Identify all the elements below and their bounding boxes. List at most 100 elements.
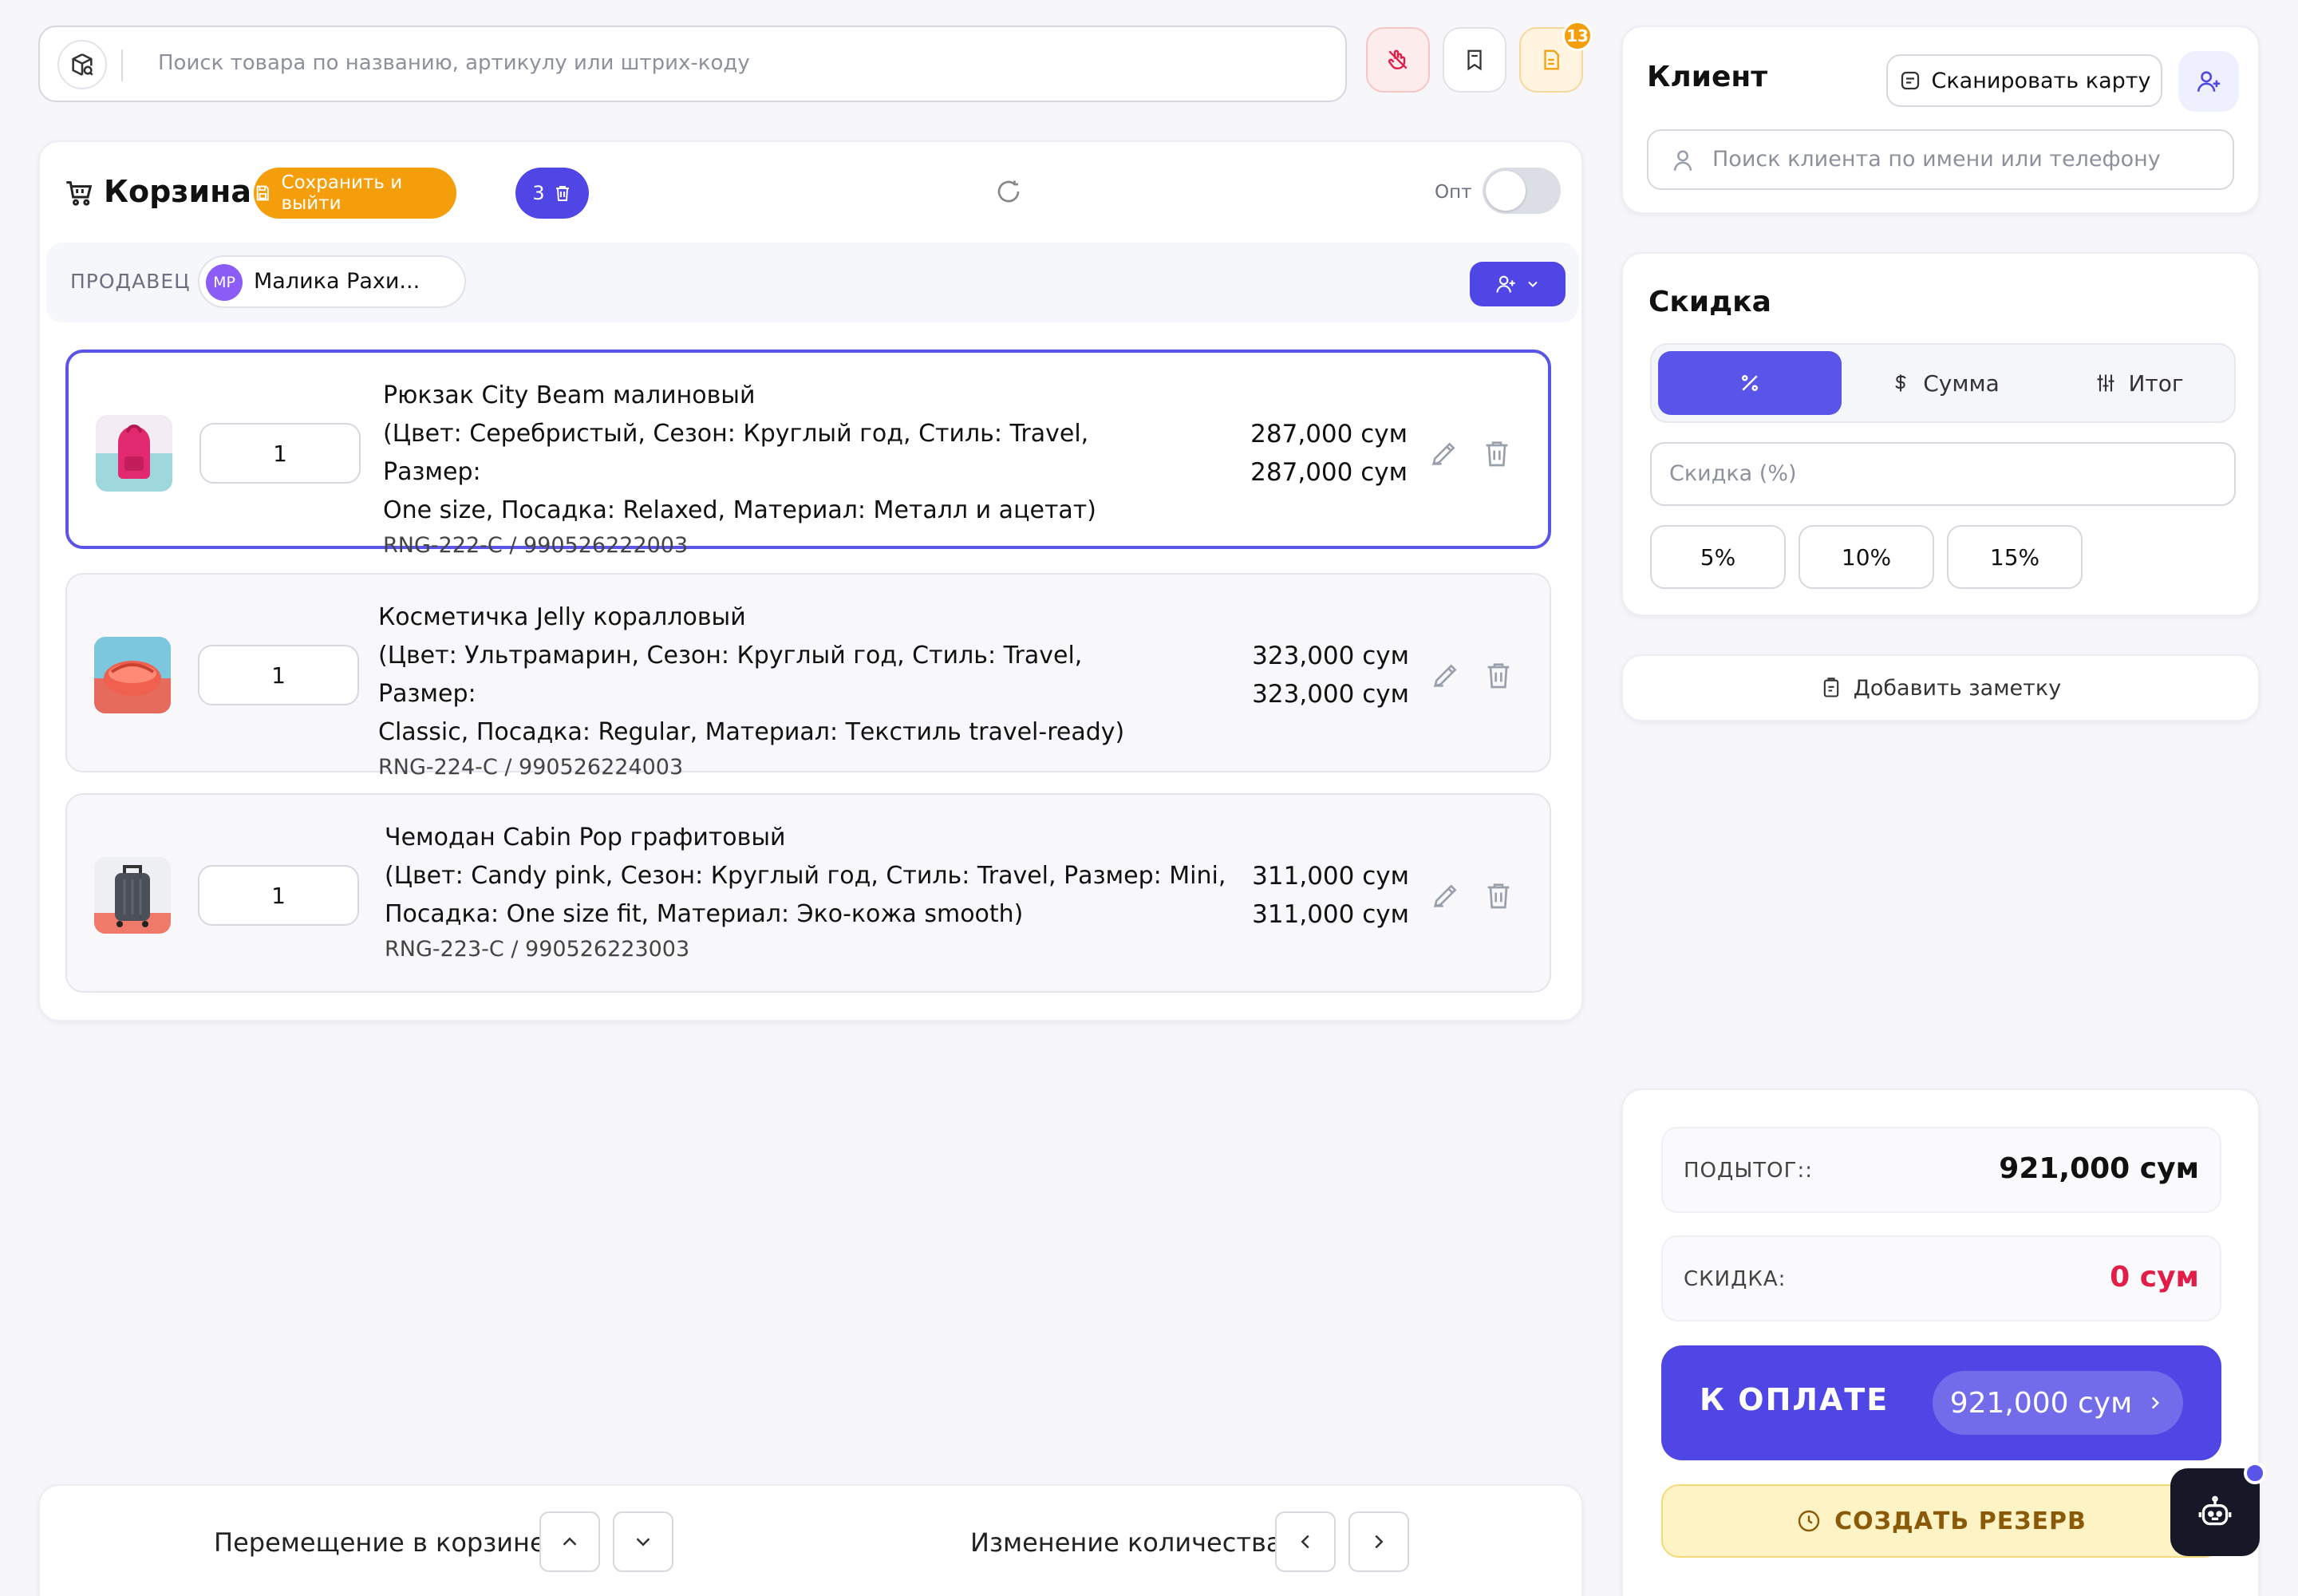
seller-label: ПРОДАВЕЦ xyxy=(70,270,191,293)
save-and-exit-button[interactable]: Сохранить и выйти xyxy=(254,168,456,219)
chevron-up-icon xyxy=(563,1537,577,1546)
documents-button[interactable]: 13 xyxy=(1519,21,1593,93)
create-reserve-button[interactable]: СОЗДАТЬ РЕЗЕРВ xyxy=(1661,1484,2221,1558)
item-name: Косметичка Jelly коралловый xyxy=(378,603,746,631)
robot-icon xyxy=(2198,1495,2232,1526)
cart-item-count: 3 xyxy=(532,182,545,204)
pay-amount: 921,000 сум xyxy=(1949,1386,2133,1420)
bookmark-button[interactable] xyxy=(1443,27,1506,93)
discount-panel: Скидка Сумма Итог Скидка (%) 5% 10% 15% xyxy=(1621,252,2260,616)
item-attributes: One size, Посадка: Relaxed, Материал: Ме… xyxy=(383,496,1096,524)
quantity-input[interactable]: 1 xyxy=(198,645,359,705)
item-name: Рюкзак City Beam малиновый xyxy=(383,381,756,409)
clear-cart-button[interactable]: 3 xyxy=(515,168,589,219)
discount-mode-amount-label: Сумма xyxy=(1923,369,2000,397)
discount-preset-5[interactable]: 5% xyxy=(1650,525,1786,589)
discount-mode-total[interactable]: Итог xyxy=(2047,351,2231,415)
assistant-bot-button[interactable] xyxy=(2170,1462,2266,1556)
item-price: 323,000 сум xyxy=(1252,642,1409,670)
quantity-change-label: Изменение количества xyxy=(970,1527,1282,1558)
client-title: Клиент xyxy=(1647,61,1768,93)
delete-icon[interactable] xyxy=(1481,437,1513,469)
item-attributes: (Цвет: Ультрамарин, Сезон: Круглый год, … xyxy=(378,642,1083,708)
delete-icon[interactable] xyxy=(1483,879,1514,911)
move-in-cart-label: Перемещение в корзине xyxy=(214,1527,546,1558)
subtotal-label: ПОДЫТОГ:: xyxy=(1684,1159,1813,1183)
discount-preset-15[interactable]: 15% xyxy=(1947,525,2083,589)
product-image-suitcase xyxy=(94,857,171,934)
clock-icon xyxy=(1798,1510,1820,1532)
item-total: 323,000 сум xyxy=(1252,680,1409,709)
save-and-exit-label: Сохранить и выйти xyxy=(281,172,403,214)
quantity-input[interactable]: 1 xyxy=(198,865,359,926)
discount-input[interactable]: Скидка (%) xyxy=(1650,442,2236,506)
client-search-input[interactable]: Поиск клиента по имени или телефону xyxy=(1647,129,2234,190)
change-seller-button[interactable] xyxy=(1470,262,1566,306)
edit-icon[interactable] xyxy=(1428,437,1460,469)
hand-gesture-button[interactable] xyxy=(1366,27,1430,93)
item-price: 287,000 сум xyxy=(1250,420,1408,448)
item-sku: RNG-222-C / 990526222003 xyxy=(383,533,689,558)
user-plus-icon xyxy=(1496,275,1515,293)
discount-mode-selector: Сумма Итог xyxy=(1650,343,2236,423)
scan-card-button[interactable]: Сканировать карту xyxy=(1886,54,2162,107)
pay-amount-pill: 921,000 сум xyxy=(1933,1371,2183,1435)
seller-bar: ПРОДАВЕЦ МР Малика Рахи... xyxy=(46,243,1578,322)
discount-mode-amount[interactable]: Сумма xyxy=(1853,351,2036,415)
item-attributes: Classic, Посадка: Regular, Материал: Тек… xyxy=(378,718,1125,746)
delete-icon[interactable] xyxy=(1483,659,1514,691)
user-icon xyxy=(1673,150,1692,171)
client-panel: Клиент Сканировать карту Поиск клиента п… xyxy=(1621,26,2260,214)
document-icon xyxy=(1544,49,1559,70)
clipboard-icon xyxy=(1823,678,1839,697)
trash-icon xyxy=(555,186,569,201)
subtotal-value: 921,000 сум xyxy=(1999,1152,2199,1185)
totals-panel: ПОДЫТОГ:: 921,000 сум СКИДКА: 0 сум К ОП… xyxy=(1621,1088,2260,1596)
cart-title: Корзина xyxy=(104,174,251,209)
item-attributes: (Цвет: Candy pink, Сезон: Круглый год, С… xyxy=(385,862,1226,890)
hand-pointer-icon xyxy=(1388,49,1408,69)
item-sku: RNG-224-C / 990526224003 xyxy=(378,755,684,780)
pay-button[interactable]: К ОПЛАТЕ 921,000 сум xyxy=(1661,1345,2221,1460)
discount-row: СКИДКА: 0 сум xyxy=(1661,1235,2221,1321)
percent-icon xyxy=(1742,375,1758,391)
refresh-icon[interactable] xyxy=(994,177,1023,206)
move-up-button[interactable] xyxy=(539,1511,600,1572)
dollar-icon xyxy=(1895,374,1906,392)
cart-item[interactable]: 1 Рюкзак City Beam малиновый (Цвет: Сере… xyxy=(65,350,1551,558)
create-reserve-label: СОЗДАТЬ РЕЗЕРВ xyxy=(1834,1507,2087,1535)
scan-card-icon xyxy=(1901,71,1919,90)
increase-qty-button[interactable] xyxy=(1348,1511,1409,1572)
product-image-cosmetic-bag xyxy=(94,637,171,713)
subtotal-row: ПОДЫТОГ:: 921,000 сум xyxy=(1661,1127,2221,1213)
edit-icon[interactable] xyxy=(1430,659,1462,691)
item-price: 311,000 сум xyxy=(1252,862,1409,891)
cart-item[interactable]: 1 Косметичка Jelly коралловый (Цвет: Уль… xyxy=(65,573,1551,780)
chevron-right-icon xyxy=(1375,1535,1384,1549)
add-client-button[interactable] xyxy=(2178,51,2239,112)
product-image-backpack xyxy=(96,415,172,492)
seller-chip[interactable]: МР Малика Рахи... xyxy=(198,255,466,308)
online-indicator xyxy=(2244,1462,2266,1484)
product-search-bar[interactable]: Поиск товара по названию, артикулу или ш… xyxy=(38,26,1347,102)
item-attributes: (Цвет: Серебристый, Сезон: Круглый год, … xyxy=(383,420,1089,486)
user-plus-icon xyxy=(2197,71,2221,92)
save-icon xyxy=(256,185,269,201)
client-search-placeholder: Поиск клиента по имени или телефону xyxy=(1712,147,2161,172)
discount-label: СКИДКА: xyxy=(1684,1267,1787,1291)
sliders-icon xyxy=(2097,374,2114,392)
wholesale-toggle[interactable] xyxy=(1483,168,1561,214)
avatar: МР xyxy=(206,264,243,301)
add-note-button[interactable]: Добавить заметку xyxy=(1621,654,2260,721)
move-down-button[interactable] xyxy=(613,1511,673,1572)
discount-preset-10[interactable]: 10% xyxy=(1799,525,1934,589)
item-total: 311,000 сум xyxy=(1252,900,1409,929)
cart-item[interactable]: 1 Чемодан Cabin Pop графитовый (Цвет: Ca… xyxy=(65,793,1551,993)
decrease-qty-button[interactable] xyxy=(1275,1511,1336,1572)
product-search-input[interactable]: Поиск товара по названию, артикулу или ш… xyxy=(158,51,750,75)
edit-icon[interactable] xyxy=(1430,879,1462,911)
quantity-input[interactable]: 1 xyxy=(199,423,361,484)
discount-mode-percent[interactable] xyxy=(1658,351,1842,415)
item-name: Чемодан Cabin Pop графитовый xyxy=(385,824,786,851)
divider xyxy=(121,49,123,81)
